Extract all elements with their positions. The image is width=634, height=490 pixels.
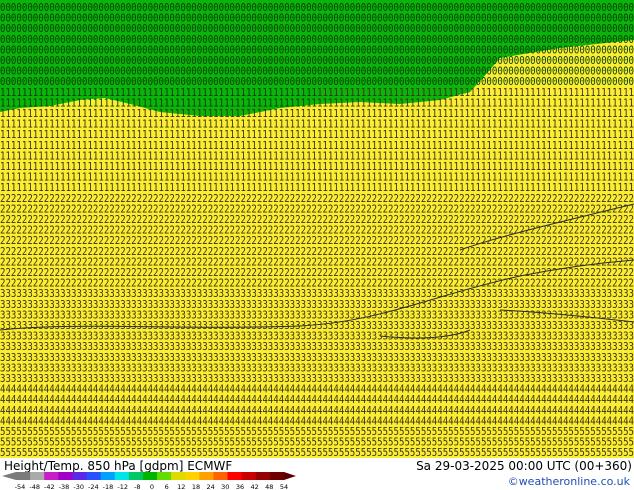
scale-swatch (114, 472, 130, 480)
scale-tick-label: 42 (251, 483, 259, 490)
scale-tick-label: 30 (221, 483, 229, 490)
scale-swatch (255, 472, 271, 480)
scale-swatch (16, 472, 31, 480)
scale-swatch (241, 472, 257, 480)
scale-tick-label: 36 (236, 483, 244, 490)
scale-tick-label: -48 (29, 483, 40, 490)
weather-map: 0000000000000000000000000000000000000000… (0, 0, 634, 458)
scale-swatch (199, 472, 214, 480)
scale-swatch (100, 472, 116, 480)
valid-time: Sa 29-03-2025 00:00 UTC (00+360) (416, 459, 632, 473)
scale-swatch (213, 472, 229, 480)
scale-tick-label: -38 (59, 483, 70, 490)
scale-swatch (30, 472, 45, 480)
scale-swatch (185, 472, 200, 480)
scale-arrow-right (284, 472, 296, 480)
scale-tick-label: -18 (103, 483, 114, 490)
scale-tick-label: 12 (177, 483, 185, 490)
scale-swatch (58, 472, 73, 480)
scale-tick-label: 6 (165, 483, 169, 490)
scale-swatch (44, 472, 59, 480)
map-title: Height/Temp. 850 hPa [gdpm] ECMWF (4, 459, 233, 473)
scale-swatch (171, 472, 186, 480)
glyph-row: 5555555555555555555555555555555555555555… (317, 446, 634, 458)
scale-tick-label: -8 (134, 483, 140, 490)
color-scale: -54 -48 -42 -38 -30 -24 -18 -12 -8 0 6 12 18 24 30 36 42… (2, 472, 296, 490)
scale-swatch (142, 472, 158, 480)
scale-tick-label: 48 (265, 483, 273, 490)
scale-arrow-left (2, 472, 16, 480)
scale-tick-label: 0 (150, 483, 154, 490)
scale-tick-label: -12 (117, 483, 128, 490)
scale-swatch (128, 472, 144, 480)
scale-swatch (227, 472, 243, 480)
scale-tick-label: 24 (207, 483, 215, 490)
scale-swatch (269, 472, 285, 480)
scale-swatch (72, 472, 88, 480)
scale-swatch (86, 472, 102, 480)
height-value-glyphs: 0000000000000000000000000000000000000000… (0, 1, 634, 458)
scale-tick-label: 54 (280, 483, 288, 490)
scale-tick-label: -54 (15, 483, 26, 490)
scale-tick-label: -24 (88, 483, 99, 490)
map-footer: Height/Temp. 850 hPa [gdpm] ECMWF Sa 29-… (0, 458, 634, 490)
scale-swatch (157, 472, 172, 480)
scale-tick-label: -30 (73, 483, 84, 490)
site-credit[interactable]: ©weatheronline.co.uk (508, 475, 630, 488)
scale-tick-label: -42 (44, 483, 55, 490)
glyph-row: 5555555555555555555555555555555555555555… (0, 446, 317, 458)
scale-tick-label: 18 (192, 483, 200, 490)
